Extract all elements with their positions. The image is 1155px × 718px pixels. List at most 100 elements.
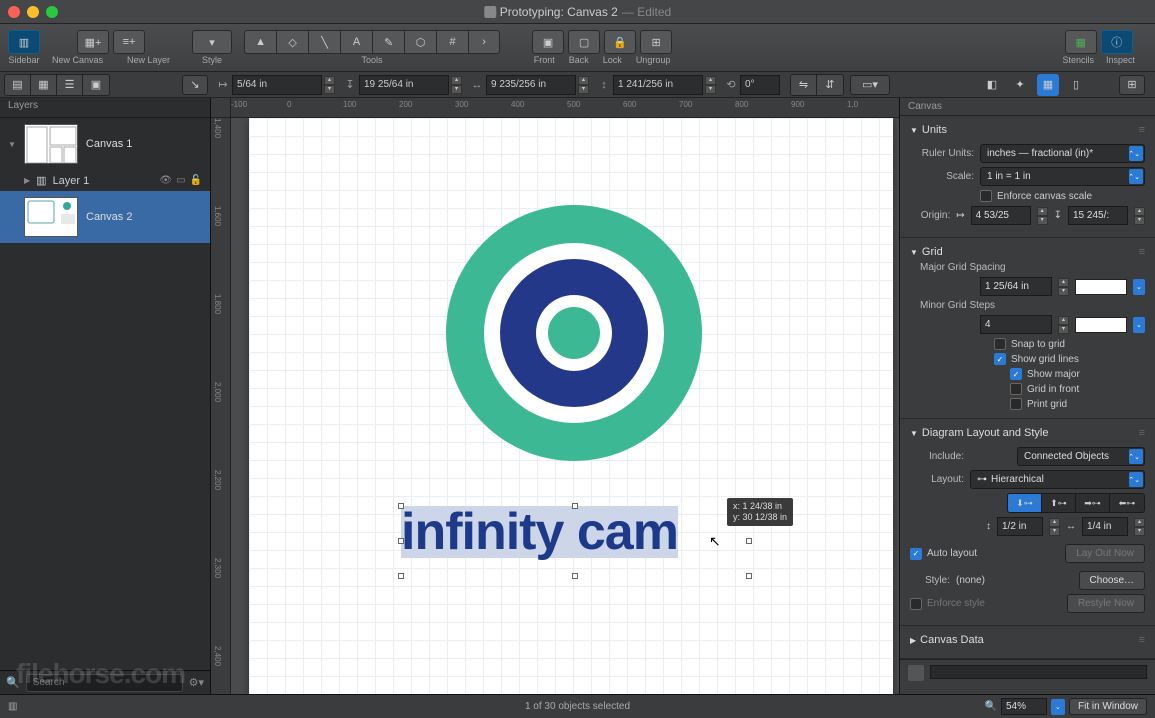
back-button[interactable]: ▢	[568, 30, 600, 54]
major-color-button[interactable]: ⌄	[1133, 279, 1145, 295]
restyle-button[interactable]: Restyle Now	[1067, 594, 1145, 613]
flip-v-icon[interactable]: ⇵	[817, 75, 843, 95]
enforce-scale-check[interactable]: Enforce canvas scale	[980, 190, 1092, 202]
tool-shape[interactable]: ◇	[276, 30, 308, 54]
size-mode-button[interactable]: ▭▾	[850, 75, 890, 95]
auto-layout-check[interactable]: ✓Auto layout	[910, 548, 977, 560]
minor-color-button[interactable]: ⌄	[1133, 317, 1145, 333]
dir-down-icon[interactable]: ⬇⊶	[1008, 494, 1042, 512]
tool-point[interactable]: ⬡	[404, 30, 436, 54]
dir-left-icon[interactable]: ⬅⊶	[1110, 494, 1144, 512]
lay-out-now-button[interactable]: Lay Out Now	[1065, 544, 1145, 563]
footer-slider[interactable]	[930, 665, 1147, 679]
inspector-tab-object[interactable]: ◧	[981, 74, 1003, 96]
maximize-button[interactable]	[46, 6, 58, 18]
x-input[interactable]	[232, 75, 322, 95]
y-input[interactable]	[359, 75, 449, 95]
footer-icon-1[interactable]	[908, 665, 924, 681]
view-selection-icon[interactable]: ▣	[83, 75, 109, 95]
new-layer-button[interactable]: ≡+	[113, 30, 145, 54]
target-graphic[interactable]	[444, 203, 704, 466]
layout-select[interactable]: ⊶Hierarchical⌃⌄	[970, 470, 1145, 489]
style-button[interactable]: ▾	[192, 30, 232, 54]
grid-title-row[interactable]: ▼Grid≡	[910, 242, 1145, 262]
y-stepper[interactable]: ▴▾	[451, 76, 462, 94]
gear-icon[interactable]: ⚙▾	[189, 676, 204, 689]
disclosure-icon[interactable]: ▶	[24, 176, 30, 185]
stencils-button[interactable]: ▦	[1065, 30, 1097, 54]
tool-browse[interactable]: ›	[468, 30, 500, 54]
show-major-check[interactable]: ✓Show major	[1010, 368, 1145, 380]
origin-icon[interactable]: ↘	[182, 75, 208, 95]
lock-button[interactable]: 🔒	[604, 30, 636, 54]
canvas-item-1[interactable]: ▼ Canvas 1	[0, 118, 210, 170]
view-outline-icon[interactable]: ▦	[31, 75, 57, 95]
grid-front-check[interactable]: Grid in front	[1010, 383, 1145, 395]
print-icon[interactable]: ▭	[176, 175, 185, 186]
resize-handle-n[interactable]	[572, 503, 578, 509]
major-spacing-stepper[interactable]: ▴▾	[1058, 278, 1069, 296]
scale-select[interactable]: 1 in = 1 in⌃⌄	[980, 167, 1145, 186]
origin-x-stepper[interactable]: ▴▾	[1037, 207, 1048, 225]
print-grid-check[interactable]: Print grid	[1010, 398, 1145, 410]
layout-title-row[interactable]: ▼Diagram Layout and Style≡	[910, 423, 1145, 443]
grip-icon[interactable]: ≡	[1139, 246, 1145, 258]
major-line-swatch[interactable]	[1075, 279, 1127, 295]
w-input[interactable]	[486, 75, 576, 95]
hspace-stepper[interactable]: ▴▾	[1134, 518, 1145, 536]
canvas-text[interactable]: infinity cam	[401, 506, 678, 558]
tool-line[interactable]: ╲	[308, 30, 340, 54]
zoom-dropdown[interactable]: ⌄	[1051, 699, 1065, 715]
fit-window-button[interactable]: Fit in Window	[1069, 698, 1147, 715]
inspector-tab-document[interactable]: ▯	[1065, 74, 1087, 96]
dir-right-icon[interactable]: ➡⊶	[1076, 494, 1110, 512]
tool-pen[interactable]: ✎	[372, 30, 404, 54]
text-selection[interactable]: infinity cam	[401, 506, 749, 576]
enforce-style-check[interactable]: Enforce style	[910, 598, 985, 610]
search-input[interactable]	[26, 674, 183, 692]
include-select[interactable]: Connected Objects⌃⌄	[1017, 447, 1145, 466]
resize-handle-nw[interactable]	[398, 503, 404, 509]
close-button[interactable]	[8, 6, 20, 18]
show-lines-check[interactable]: ✓Show grid lines	[994, 353, 1145, 365]
h-input[interactable]	[613, 75, 703, 95]
flip-h-icon[interactable]: ⇋	[791, 75, 817, 95]
zoom-input[interactable]	[1001, 698, 1047, 715]
resize-handle-se[interactable]	[746, 573, 752, 579]
vspace-input[interactable]	[997, 517, 1043, 536]
ungroup-button[interactable]: ⊞	[640, 30, 672, 54]
canvas-viewport[interactable]: infinity cam x: 1 24/38 in y: 30 12/38 i…	[231, 118, 899, 694]
resize-handle-e[interactable]	[746, 538, 752, 544]
minor-steps-stepper[interactable]: ▴▾	[1058, 316, 1069, 334]
major-spacing-input[interactable]	[980, 277, 1052, 296]
grip-icon[interactable]: ≡	[1139, 427, 1145, 439]
resize-handle-w[interactable]	[398, 538, 404, 544]
vspace-stepper[interactable]: ▴▾	[1049, 518, 1060, 536]
choose-style-button[interactable]: Choose…	[1079, 571, 1145, 590]
h-stepper[interactable]: ▴▾	[705, 76, 716, 94]
minimize-button[interactable]	[27, 6, 39, 18]
tool-text[interactable]: A	[340, 30, 372, 54]
view-list-icon[interactable]: ☰	[57, 75, 83, 95]
resize-handle-sw[interactable]	[398, 573, 404, 579]
grid-toggle-icon[interactable]: ⊞	[1119, 75, 1145, 95]
ruler-horizontal[interactable]: -10001002003004005006007008009001,0	[231, 98, 899, 118]
w-stepper[interactable]: ▴▾	[578, 76, 589, 94]
direction-segment[interactable]: ⬇⊶ ⬆⊶ ➡⊶ ⬅⊶	[1007, 493, 1145, 513]
canvas-page[interactable]: infinity cam x: 1 24/38 in y: 30 12/38 i…	[249, 118, 893, 694]
origin-y-stepper[interactable]: ▴▾	[1134, 207, 1145, 225]
origin-y-input[interactable]	[1068, 206, 1128, 225]
origin-x-input[interactable]	[971, 206, 1031, 225]
snap-check[interactable]: Snap to grid	[994, 338, 1145, 350]
view-layers-icon[interactable]: ▤	[5, 75, 31, 95]
sidebar-toggle-button[interactable]: ▥	[8, 30, 40, 54]
minor-steps-input[interactable]	[980, 315, 1052, 334]
status-view-icon[interactable]: ▥	[8, 701, 17, 712]
hspace-input[interactable]	[1082, 517, 1128, 536]
inspect-button[interactable]: ⓘ	[1101, 30, 1133, 54]
lock-icon[interactable]: 🔓	[190, 175, 202, 186]
units-title-row[interactable]: ▼Units≡	[910, 120, 1145, 140]
ruler-vertical[interactable]: 1,4001,6001,8002,0002,2002,3002,400	[211, 118, 231, 694]
ruler-units-select[interactable]: inches — fractional (in)*⌃⌄	[980, 144, 1145, 163]
tool-grid[interactable]: #	[436, 30, 468, 54]
